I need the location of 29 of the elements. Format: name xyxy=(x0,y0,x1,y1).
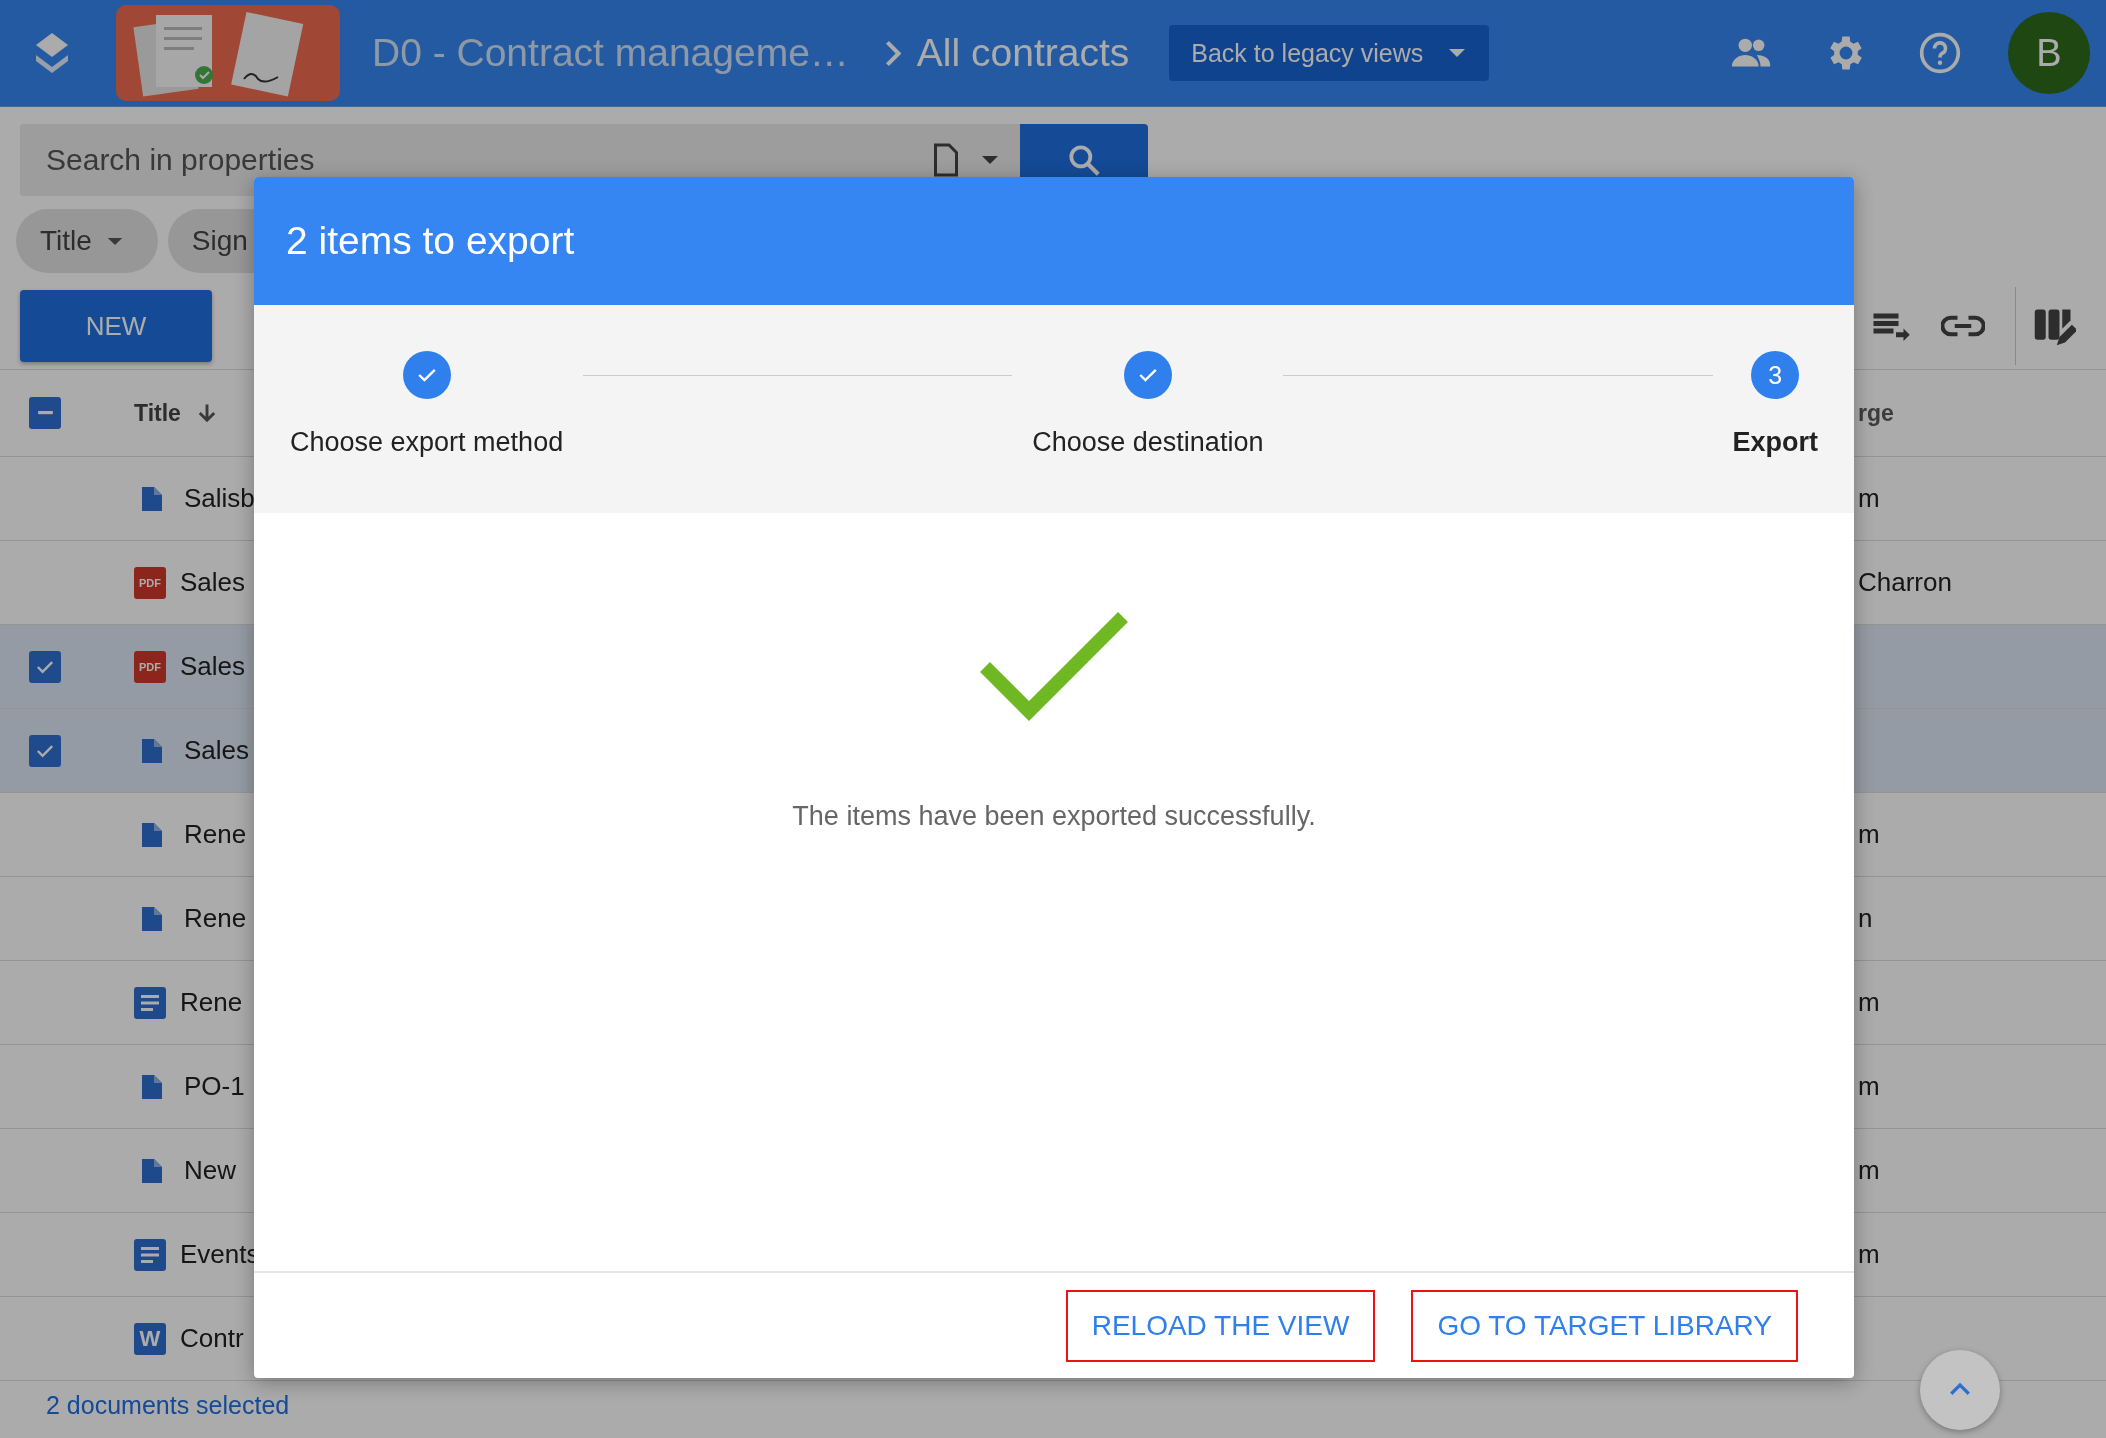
step-label: Choose destination xyxy=(1032,427,1264,458)
table-cell: m xyxy=(1858,819,1880,850)
table-cell: n xyxy=(1858,903,1873,934)
selection-count: 2 documents selected xyxy=(46,1391,290,1419)
pdf-file-icon: PDF xyxy=(134,650,166,683)
table-cell: New xyxy=(184,1155,236,1186)
table-cell: Salisb xyxy=(184,483,255,514)
success-message: The items have been exported successfully. xyxy=(792,801,1316,832)
table-cell: Sales xyxy=(184,735,250,766)
table-cell: m xyxy=(1858,1071,1880,1102)
table-cell: Rene xyxy=(184,903,247,934)
table-cell: Contr xyxy=(180,1323,244,1354)
table-cell: m xyxy=(1858,1239,1880,1270)
dialog-title: 2 items to export xyxy=(286,219,575,263)
view-title: All contracts xyxy=(916,31,1130,75)
step-number: 3 xyxy=(1751,351,1800,399)
table-cell: Sales xyxy=(180,651,246,682)
table-cell: m xyxy=(1858,483,1880,514)
pdf-file-icon: PDF xyxy=(134,566,166,599)
table-cell: m xyxy=(1858,1155,1880,1186)
step-label: Export xyxy=(1732,427,1818,458)
table-cell: Sales xyxy=(180,567,246,598)
word-file-icon: W xyxy=(134,1322,166,1355)
table-cell: Charron xyxy=(1858,567,1952,598)
table-cell: Rene xyxy=(180,987,243,1018)
table-cell: PO-1 xyxy=(184,1071,245,1102)
table-cell: Rene xyxy=(184,819,247,850)
table-cell: m xyxy=(1858,987,1880,1018)
step-label: Choose export method xyxy=(290,427,564,458)
